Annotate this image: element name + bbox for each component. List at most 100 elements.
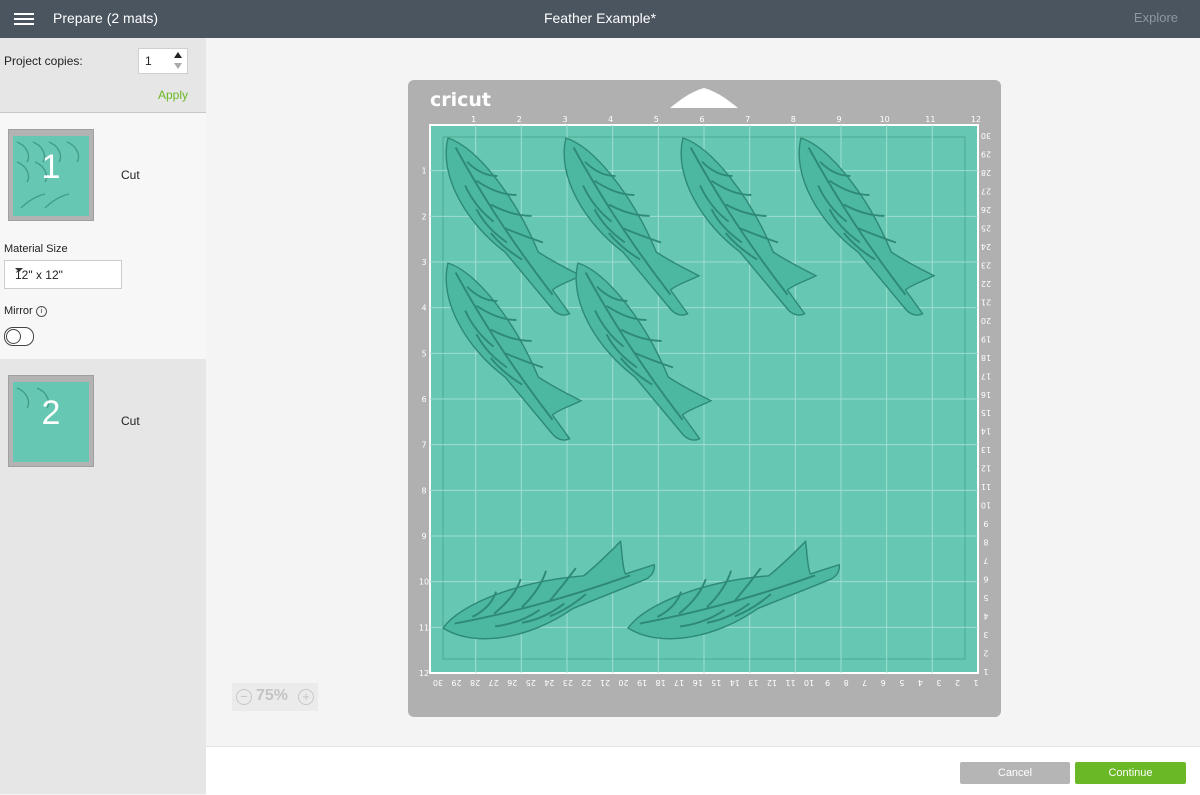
right-ruler-tick: 22 <box>981 279 991 288</box>
zoom-value: 75% <box>256 687 289 704</box>
top-ruler-tick: 12 <box>971 115 981 124</box>
material-size-select[interactable]: 12" x 12" <box>4 260 122 289</box>
mirror-toggle[interactable] <box>4 327 34 346</box>
right-ruler-tick: 25 <box>981 223 991 232</box>
sidebar: Project copies: 1 Apply 1 Cut Material S… <box>0 38 206 794</box>
bottom-ruler-tick: 18 <box>656 678 666 687</box>
top-ruler-tick: 7 <box>745 115 750 124</box>
project-copies-value[interactable]: 1 <box>145 54 152 68</box>
right-ruler-tick: 26 <box>981 205 991 214</box>
bottom-ruler-tick: 20 <box>618 678 628 687</box>
caret-down-icon <box>15 268 23 272</box>
left-ruler-tick: 5 <box>421 349 426 358</box>
mat-2-mode-label: Cut <box>121 414 140 428</box>
left-ruler-tick: 1 <box>421 167 426 176</box>
bottom-ruler-tick: 24 <box>544 678 554 687</box>
stepper-up-icon[interactable] <box>174 52 182 58</box>
left-ruler-tick: 4 <box>421 304 426 313</box>
top-ruler-tick: 2 <box>517 115 522 124</box>
bottom-ruler-tick: 17 <box>674 678 684 687</box>
bottom-ruler-tick: 6 <box>881 678 886 687</box>
bottom-ruler-tick: 1 <box>973 678 978 687</box>
toggle-knob <box>6 329 21 344</box>
right-ruler-tick: 5 <box>983 593 988 602</box>
mirror-label: Mirror i <box>4 305 47 317</box>
right-ruler-tick: 24 <box>981 242 991 251</box>
bottom-ruler-tick: 19 <box>637 678 647 687</box>
apply-button[interactable]: Apply <box>158 88 188 102</box>
bottom-ruler-tick: 26 <box>507 678 517 687</box>
right-ruler-tick: 20 <box>981 316 991 325</box>
top-bar: Prepare (2 mats) Feather Example* Explor… <box>0 0 1200 38</box>
left-ruler-tick: 3 <box>421 258 426 267</box>
project-name: Feather Example* <box>543 10 657 26</box>
bottom-ruler-tick: 2 <box>955 678 960 687</box>
bottom-ruler-tick: 22 <box>581 678 591 687</box>
top-ruler-tick: 1 <box>471 115 476 124</box>
material-size-label: Material Size <box>4 243 68 255</box>
project-copies-stepper[interactable]: 1 <box>138 48 188 74</box>
top-ruler-tick: 5 <box>654 115 659 124</box>
bottom-ruler-tick: 13 <box>748 678 758 687</box>
mat-2-thumbnail[interactable]: 2 <box>8 375 94 467</box>
bottom-ruler-tick: 28 <box>470 678 480 687</box>
bottom-ruler-tick: 3 <box>936 678 941 687</box>
right-ruler-tick: 14 <box>981 427 991 436</box>
left-ruler-tick: 11 <box>419 623 429 632</box>
right-ruler-tick: 15 <box>981 408 991 417</box>
right-ruler-tick: 16 <box>981 390 991 399</box>
right-ruler-tick: 8 <box>983 538 988 547</box>
bottom-ruler-tick: 7 <box>862 678 867 687</box>
right-ruler-tick: 6 <box>983 575 988 584</box>
right-ruler-tick: 30 <box>981 131 991 140</box>
bottom-ruler-tick: 21 <box>600 678 610 687</box>
mat-number: 2 <box>41 394 61 432</box>
bottom-ruler-tick: 27 <box>489 678 499 687</box>
bottom-ruler-tick: 12 <box>767 678 777 687</box>
right-ruler-tick: 23 <box>981 260 991 269</box>
right-ruler-tick: 7 <box>983 556 988 565</box>
top-ruler-tick: 6 <box>699 115 704 124</box>
cancel-button[interactable]: Cancel <box>960 762 1070 784</box>
left-ruler-tick: 2 <box>421 212 426 221</box>
left-ruler-tick: 8 <box>421 486 426 495</box>
bottom-ruler-tick: 14 <box>730 678 740 687</box>
right-ruler-tick: 2 <box>983 649 988 658</box>
left-ruler-tick: 12 <box>419 669 429 678</box>
left-ruler-tick: 6 <box>421 395 426 404</box>
bottom-ruler-tick: 23 <box>563 678 573 687</box>
right-ruler-tick: 17 <box>981 371 991 380</box>
top-ruler-tick: 4 <box>608 115 613 124</box>
mat-1-thumbnail[interactable]: 1 <box>8 129 94 221</box>
zoom-out-icon[interactable]: − <box>236 689 252 705</box>
stepper-down-icon[interactable] <box>174 63 182 69</box>
top-ruler-tick: 11 <box>925 115 935 124</box>
bottom-ruler-tick: 10 <box>804 678 814 687</box>
mat-1-mode-label: Cut <box>121 168 140 182</box>
bottom-ruler-tick: 8 <box>844 678 849 687</box>
left-ruler-tick: 10 <box>419 578 429 587</box>
right-ruler-tick: 11 <box>981 482 991 491</box>
bottom-ruler-tick: 25 <box>526 678 536 687</box>
bottom-ruler-tick: 16 <box>693 678 703 687</box>
zoom-control: − 75% + <box>232 683 318 711</box>
mat-2-section: 2 Cut <box>0 359 206 745</box>
mat-1-section: 1 Cut Material Size 12" x 12" Mirror i <box>0 113 206 359</box>
project-copies-panel: Project copies: 1 Apply <box>0 38 206 113</box>
right-ruler-tick: 3 <box>983 630 988 639</box>
explore-link[interactable]: Explore <box>1134 0 1178 36</box>
project-copies-label: Project copies: <box>4 54 83 68</box>
left-ruler-tick: 9 <box>421 532 426 541</box>
bottom-ruler-tick: 4 <box>918 678 923 687</box>
right-ruler-tick: 21 <box>981 297 991 306</box>
bottom-ruler-tick: 15 <box>711 678 721 687</box>
zoom-in-icon[interactable]: + <box>298 689 314 705</box>
right-ruler-tick: 13 <box>981 445 991 454</box>
cutting-mat: cricut 1 2 3 4 5 6 7 8 9 10 11 1212345678910111230 2… <box>408 80 1001 717</box>
right-ruler-tick: 12 <box>981 464 991 473</box>
right-ruler-tick: 19 <box>981 334 991 343</box>
bottom-ruler-tick: 5 <box>899 678 904 687</box>
continue-button[interactable]: Continue <box>1075 762 1186 784</box>
bottom-ruler-tick: 9 <box>825 678 830 687</box>
info-icon[interactable]: i <box>35 305 47 317</box>
